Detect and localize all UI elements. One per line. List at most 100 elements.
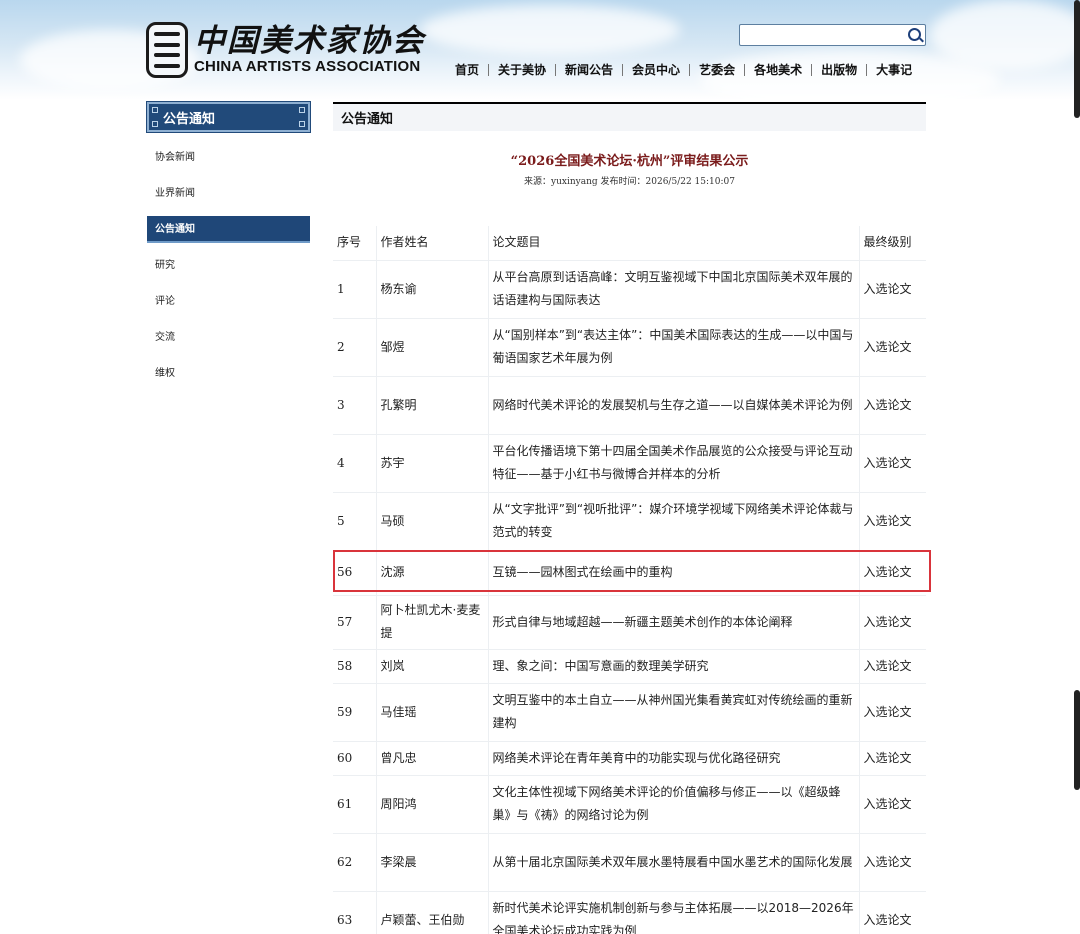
sidebar-item-research[interactable]: 研究 (147, 248, 310, 284)
table-row: 59 马佳瑶 文明互鉴中的本土自立——从神州国光集看黄宾虹对传统绘画的重新建构 … (333, 683, 926, 742)
site-logo[interactable]: 中国美术家协会 CHINA ARTISTS ASSOCIATION (146, 20, 426, 80)
site-header: 中国美术家协会 CHINA ARTISTS ASSOCIATION 首页 关于美… (0, 0, 1080, 100)
cell-author: 周阳鸿 (375, 775, 488, 834)
cell-level: 入选论文 (858, 318, 926, 377)
nav-events[interactable]: 大事记 (867, 60, 921, 80)
sidebar-item-association-news[interactable]: 协会新闻 (147, 140, 310, 176)
table-row: 58 刘岚 理、象之间：中国写意画的数理美学研究 入选论文 (333, 649, 926, 684)
cell-index: 2 (333, 318, 376, 377)
sidebar-item-rights[interactable]: 维权 (147, 356, 310, 392)
article-title: “2026全国美术论坛·杭州”评审结果公示 (510, 154, 749, 169)
cell-level: 入选论文 (858, 595, 926, 650)
table-row: 5 马硕 从“文字批评”到“视听批评”：媒介环境学视域下网络美术评论体裁与范式的… (333, 492, 926, 551)
header-title: 论文题目 (487, 226, 859, 261)
cell-level: 入选论文 (858, 649, 926, 684)
table-row: 62 李梁晨 从第十届北京国际美术双年展水墨特展看中国水墨艺术的国际化发展 入选… (333, 833, 926, 892)
scrollbar-top[interactable] (1074, 0, 1080, 118)
sidebar: 协会新闻 业界新闻 公告通知 研究 评论 交流 维权 (147, 140, 310, 392)
results-table: 序号 作者姓名 论文题目 最终级别 1 杨东谕 从平台高原到话语高峰：文明互鉴视… (333, 226, 926, 934)
cell-author: 沈源 (375, 550, 488, 596)
cell-author: 孔繁明 (375, 376, 488, 435)
logo-english-name: CHINA ARTISTS ASSOCIATION (194, 58, 421, 75)
cell-level: 入选论文 (858, 434, 926, 493)
search-input[interactable] (740, 26, 904, 46)
sidebar-item-industry-news[interactable]: 业界新闻 (147, 176, 310, 212)
cell-author: 刘岚 (375, 649, 488, 684)
header-author: 作者姓名 (375, 226, 488, 261)
cell-index: 5 (333, 492, 376, 551)
cell-index: 62 (333, 833, 376, 892)
table-row: 1 杨东谕 从平台高原到话语高峰：文明互鉴视域下中国北京国际美术双年展的话语建构… (333, 260, 926, 319)
cell-index: 56 (333, 550, 376, 596)
nav-news[interactable]: 新闻公告 (556, 60, 622, 80)
cell-index: 59 (333, 683, 376, 742)
cell-title: 形式自律与地域超越——新疆主题美术创作的本体论阐释 (487, 595, 859, 650)
cell-author: 马硕 (375, 492, 488, 551)
cell-title: 平台化传播语境下第十四届全国美术作品展览的公众接受与评论互动特征——基于小红书与… (487, 434, 859, 493)
table-row: 61 周阳鸿 文化主体性视域下网络美术评论的价值偏移与修正——以《超级蜂巢》与《… (333, 775, 926, 834)
cell-author: 阿卜杜凯尤木·麦麦提 (375, 595, 488, 650)
header-index: 序号 (333, 226, 376, 261)
cell-title: 网络美术评论在青年美育中的功能实现与优化路径研究 (487, 741, 859, 776)
table-header-row: 序号 作者姓名 论文题目 最终级别 (333, 226, 926, 261)
cell-level: 入选论文 (858, 683, 926, 742)
nav-publications[interactable]: 出版物 (812, 60, 866, 80)
table-row: 60 曾凡忠 网络美术评论在青年美育中的功能实现与优化路径研究 入选论文 (333, 741, 926, 776)
cell-level: 入选论文 (858, 833, 926, 892)
cell-level: 入选论文 (858, 492, 926, 551)
cell-level: 入选论文 (858, 891, 926, 934)
nav-members[interactable]: 会员中心 (623, 60, 689, 80)
table-row-highlighted: 56 沈源 互镜——园林图式在绘画中的重构 入选论文 (333, 550, 926, 596)
sidebar-title: 公告通知 (146, 101, 311, 133)
cell-index: 4 (333, 434, 376, 493)
cell-level: 入选论文 (858, 775, 926, 834)
cell-index: 61 (333, 775, 376, 834)
cell-author: 李梁晨 (375, 833, 488, 892)
cell-author: 杨东谕 (375, 260, 488, 319)
cell-level: 入选论文 (858, 376, 926, 435)
search-box (739, 24, 926, 46)
sidebar-item-reviews[interactable]: 评论 (147, 284, 310, 320)
cell-title: 文明互鉴中的本土自立——从神州国光集看黄宾虹对传统绘画的重新建构 (487, 683, 859, 742)
table-row: 4 苏宇 平台化传播语境下第十四届全国美术作品展览的公众接受与评论互动特征——基… (333, 434, 926, 493)
cell-title: 理、象之间：中国写意画的数理美学研究 (487, 649, 859, 684)
search-icon[interactable] (908, 28, 921, 41)
cell-author: 苏宇 (375, 434, 488, 493)
cell-index: 3 (333, 376, 376, 435)
cell-author: 卢颖蕾、王伯勋 (375, 891, 488, 934)
main-nav: 首页 关于美协 新闻公告 会员中心 艺委会 各地美术 出版物 大事记 (446, 60, 921, 80)
cell-author: 马佳瑶 (375, 683, 488, 742)
table-row: 3 孔繁明 网络时代美术评论的发展契机与生存之道——以自媒体美术评论为例 入选论… (333, 376, 926, 435)
cell-index: 60 (333, 741, 376, 776)
cell-title: 文化主体性视域下网络美术评论的价值偏移与修正——以《超级蜂巢》与《祷》的网络讨论… (487, 775, 859, 834)
cell-author: 邹煜 (375, 318, 488, 377)
cell-level: 入选论文 (858, 260, 926, 319)
cell-index: 58 (333, 649, 376, 684)
logo-chinese-name: 中国美术家协会 (194, 23, 425, 59)
cell-title: 新时代美术论评实施机制创新与参与主体拓展——以2018—2026年全国美术论坛成… (487, 891, 859, 934)
sidebar-item-announcements[interactable]: 公告通知 (147, 216, 310, 243)
table-row: 57 阿卜杜凯尤木·麦麦提 形式自律与地域超越——新疆主题美术创作的本体论阐释 … (333, 595, 926, 650)
cell-level: 入选论文 (858, 741, 926, 776)
header-level: 最终级别 (858, 226, 926, 261)
logo-seal-icon (146, 22, 188, 78)
nav-committees[interactable]: 艺委会 (690, 60, 744, 80)
cell-index: 57 (333, 595, 376, 650)
scrollbar-thumb[interactable] (1074, 690, 1080, 790)
section-title: 公告通知 (333, 102, 926, 131)
article-meta: 来源：yuxinyang 发布时间：2026/5/22 15:10:07 (524, 177, 735, 187)
sidebar-title-label: 公告通知 (163, 110, 216, 126)
sidebar-item-exchange[interactable]: 交流 (147, 320, 310, 356)
cell-index: 63 (333, 891, 376, 934)
table-row: 63 卢颖蕾、王伯勋 新时代美术论评实施机制创新与参与主体拓展——以2018—2… (333, 891, 926, 934)
cell-level: 入选论文 (858, 550, 926, 596)
cell-title: 从平台高原到话语高峰：文明互鉴视域下中国北京国际美术双年展的话语建构与国际表达 (487, 260, 859, 319)
nav-regional[interactable]: 各地美术 (745, 60, 811, 80)
nav-home[interactable]: 首页 (446, 60, 488, 80)
cell-index: 1 (333, 260, 376, 319)
cell-title: 网络时代美术评论的发展契机与生存之道——以自媒体美术评论为例 (487, 376, 859, 435)
cell-title: 互镜——园林图式在绘画中的重构 (487, 550, 859, 596)
cell-author: 曾凡忠 (375, 741, 488, 776)
cell-title: 从第十届北京国际美术双年展水墨特展看中国水墨艺术的国际化发展 (487, 833, 859, 892)
nav-about[interactable]: 关于美协 (489, 60, 555, 80)
